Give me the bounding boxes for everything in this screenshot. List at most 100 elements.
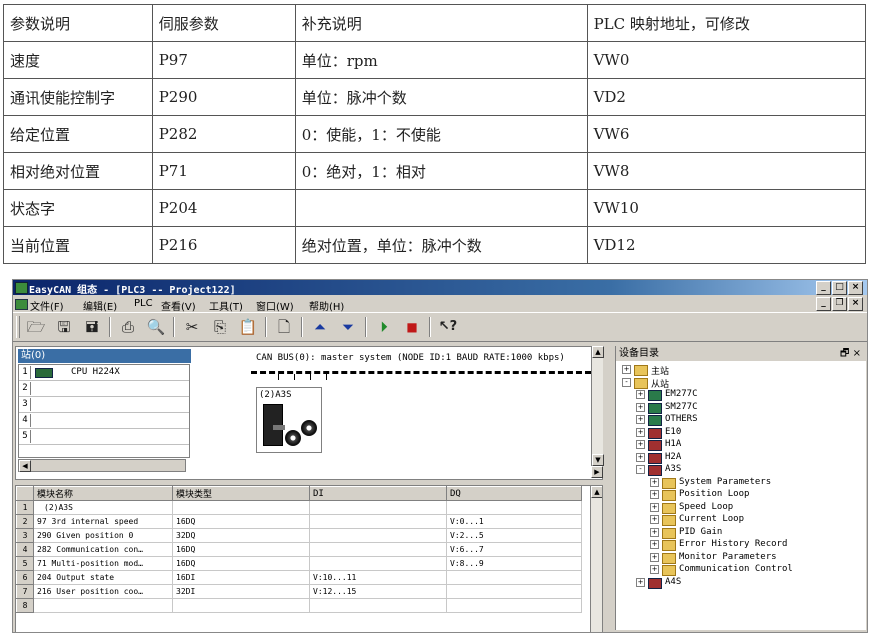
station-vertical-scrollbar[interactable]: ▲ ▼ <box>591 346 604 476</box>
grid-cell-dq[interactable]: V:2...5 <box>446 528 582 543</box>
grid-row[interactable]: 2 97 3rd internal speed 16DQ V:0...1 <box>16 514 582 529</box>
tree-node-label[interactable]: H2A <box>665 452 681 462</box>
download-icon[interactable]: ⏷ <box>337 317 359 337</box>
menu-plc[interactable]: PLC <box>134 298 153 309</box>
scroll-up-icon[interactable]: ▲ <box>592 346 604 358</box>
tree-node-label[interactable]: 主站 <box>651 364 669 377</box>
grid-row[interactable]: 7 216 User position coo… 32DI V:12...15 <box>16 584 582 599</box>
grid-cell-dq[interactable]: V:8...9 <box>446 556 582 571</box>
tree-node-label[interactable]: OTHERS <box>665 414 698 424</box>
scroll-up-icon[interactable]: ▲ <box>591 486 602 498</box>
grid-cell-dq[interactable] <box>446 570 582 585</box>
menu-file[interactable]: 文件(F) <box>30 298 64 313</box>
station-header[interactable]: 站(0) <box>18 349 191 363</box>
grid-cell-module-type[interactable] <box>172 598 310 613</box>
tree-node-label[interactable]: E10 <box>665 427 681 437</box>
mdi-close-button[interactable]: × <box>848 297 863 311</box>
grid-cell-module-name[interactable]: 290 Given position 0 <box>33 528 173 543</box>
copy-icon[interactable]: ⎘ <box>209 317 231 337</box>
tree-node-label[interactable]: Error History Record <box>679 539 787 549</box>
tree-node-label[interactable]: Speed Loop <box>679 502 733 512</box>
stop-icon[interactable]: ■ <box>401 317 423 337</box>
tree-node-label[interactable]: System Parameters <box>679 477 771 487</box>
toolbar-grip[interactable] <box>16 316 20 338</box>
grid-cell-di[interactable] <box>309 556 447 571</box>
menu-window[interactable]: 窗口(W) <box>256 298 294 313</box>
grid-cell-di[interactable] <box>309 542 447 557</box>
tree-node-label[interactable]: Communication Control <box>679 564 793 574</box>
expand-icon[interactable]: + <box>650 477 659 487</box>
grid-vertical-scrollbar[interactable]: ▲ <box>590 486 602 632</box>
grid-cell-module-name[interactable]: 216 User position coo… <box>33 584 173 599</box>
title-bar[interactable]: EasyCAN 组态 - [PLC3 -- Project122] _ □ × <box>13 280 867 296</box>
grid-row[interactable]: 3 290 Given position 0 32DQ V:2...5 <box>16 528 582 543</box>
tree-node-label[interactable]: A4S <box>665 577 681 587</box>
grid-cell-module-name[interactable]: 97 3rd internal speed <box>33 514 173 529</box>
grid-cell-dq[interactable] <box>446 598 582 613</box>
grid-cell-di[interactable] <box>309 528 447 543</box>
tree-node-label[interactable]: Position Loop <box>679 489 749 499</box>
station-horizontal-scrollbar[interactable]: ◀ <box>18 459 186 472</box>
grid-cell-module-name[interactable] <box>33 598 173 613</box>
grid-cell-module-type[interactable] <box>172 500 310 515</box>
run-icon[interactable]: ⏵ <box>373 317 395 337</box>
column-header-module-name[interactable]: 模块名称 <box>33 486 173 501</box>
grid-cell-dq[interactable]: V:0...1 <box>446 514 582 529</box>
expand-icon[interactable]: + <box>650 565 659 574</box>
scroll-left-icon[interactable]: ◀ <box>19 460 31 472</box>
grid-cell-di[interactable]: V:12...15 <box>309 584 447 599</box>
expand-icon[interactable]: + <box>636 427 645 437</box>
grid-cell-module-type[interactable]: 32DI <box>172 584 310 599</box>
grid-row[interactable]: 5 71 Multi-position mod… 16DQ V:8...9 <box>16 556 582 571</box>
minimize-button[interactable]: _ <box>816 281 831 295</box>
print-preview-icon[interactable]: 🔍 <box>145 317 167 337</box>
menu-view[interactable]: 查看(V) <box>161 298 196 313</box>
grid-row[interactable]: 6 204 Output state 16DI V:10...11 <box>16 570 582 585</box>
tree-node-label[interactable]: 从站 <box>651 377 669 390</box>
expand-icon[interactable]: + <box>636 390 645 399</box>
mdi-minimize-button[interactable]: _ <box>816 297 831 311</box>
tree-node-label[interactable]: H1A <box>665 439 681 449</box>
expand-icon[interactable]: + <box>636 402 645 412</box>
station-slot[interactable]: 5 <box>19 429 189 445</box>
upload-icon[interactable]: ⏶ <box>309 317 331 337</box>
station-slot[interactable]: 1 CPU H224X <box>19 365 189 381</box>
grid-cell-di[interactable]: V:10...11 <box>309 570 447 585</box>
expand-icon[interactable]: + <box>622 365 631 374</box>
collapse-icon[interactable]: - <box>622 377 631 387</box>
slave-device-node[interactable]: (2)A3S <box>256 387 322 453</box>
grid-cell-dq[interactable] <box>446 500 582 515</box>
collapse-icon[interactable]: - <box>636 465 645 474</box>
close-button[interactable]: × <box>848 281 863 295</box>
cut-icon[interactable]: ✂ <box>181 317 203 337</box>
column-header-dq[interactable]: DQ <box>446 486 582 501</box>
help-pointer-icon[interactable]: ↖? <box>437 317 459 337</box>
expand-icon[interactable]: + <box>650 502 659 512</box>
menu-tools[interactable]: 工具(T) <box>209 298 243 313</box>
scroll-right-icon[interactable]: ▶ <box>591 466 603 478</box>
grid-row[interactable]: 4 282 Communication con… 16DQ V:6...7 <box>16 542 582 557</box>
station-slot[interactable]: 3 <box>19 397 189 413</box>
tree-node-label[interactable]: Monitor Parameters <box>679 552 777 562</box>
save-icon[interactable]: 🖫 <box>53 317 75 337</box>
grid-cell-di[interactable] <box>309 598 447 613</box>
tree-node-label[interactable]: PID Gain <box>679 527 722 537</box>
station-slot[interactable]: 2 <box>19 381 189 397</box>
tree-node-label[interactable]: SM277C <box>665 402 698 412</box>
document-icon[interactable] <box>15 299 28 310</box>
column-header-module-type[interactable]: 模块类型 <box>172 486 310 501</box>
expand-icon[interactable]: + <box>650 515 659 524</box>
mdi-restore-button[interactable]: ❐ <box>832 297 847 311</box>
expand-icon[interactable]: + <box>636 415 645 424</box>
expand-icon[interactable]: + <box>650 540 659 549</box>
grid-cell-module-type[interactable]: 16DI <box>172 570 310 585</box>
save-all-icon[interactable]: 🖬 <box>81 317 103 337</box>
grid-row[interactable]: 1 (2)A3S <box>16 500 582 515</box>
grid-cell-dq[interactable]: V:6...7 <box>446 542 582 557</box>
grid-cell-di[interactable] <box>309 500 447 515</box>
column-header-di[interactable]: DI <box>309 486 447 501</box>
grid-cell-module-name[interactable]: 282 Communication con… <box>33 542 173 557</box>
grid-cell-module-name[interactable]: (2)A3S <box>33 500 173 515</box>
tree-node-label[interactable]: Current Loop <box>679 514 744 524</box>
expand-icon[interactable]: + <box>650 490 659 499</box>
